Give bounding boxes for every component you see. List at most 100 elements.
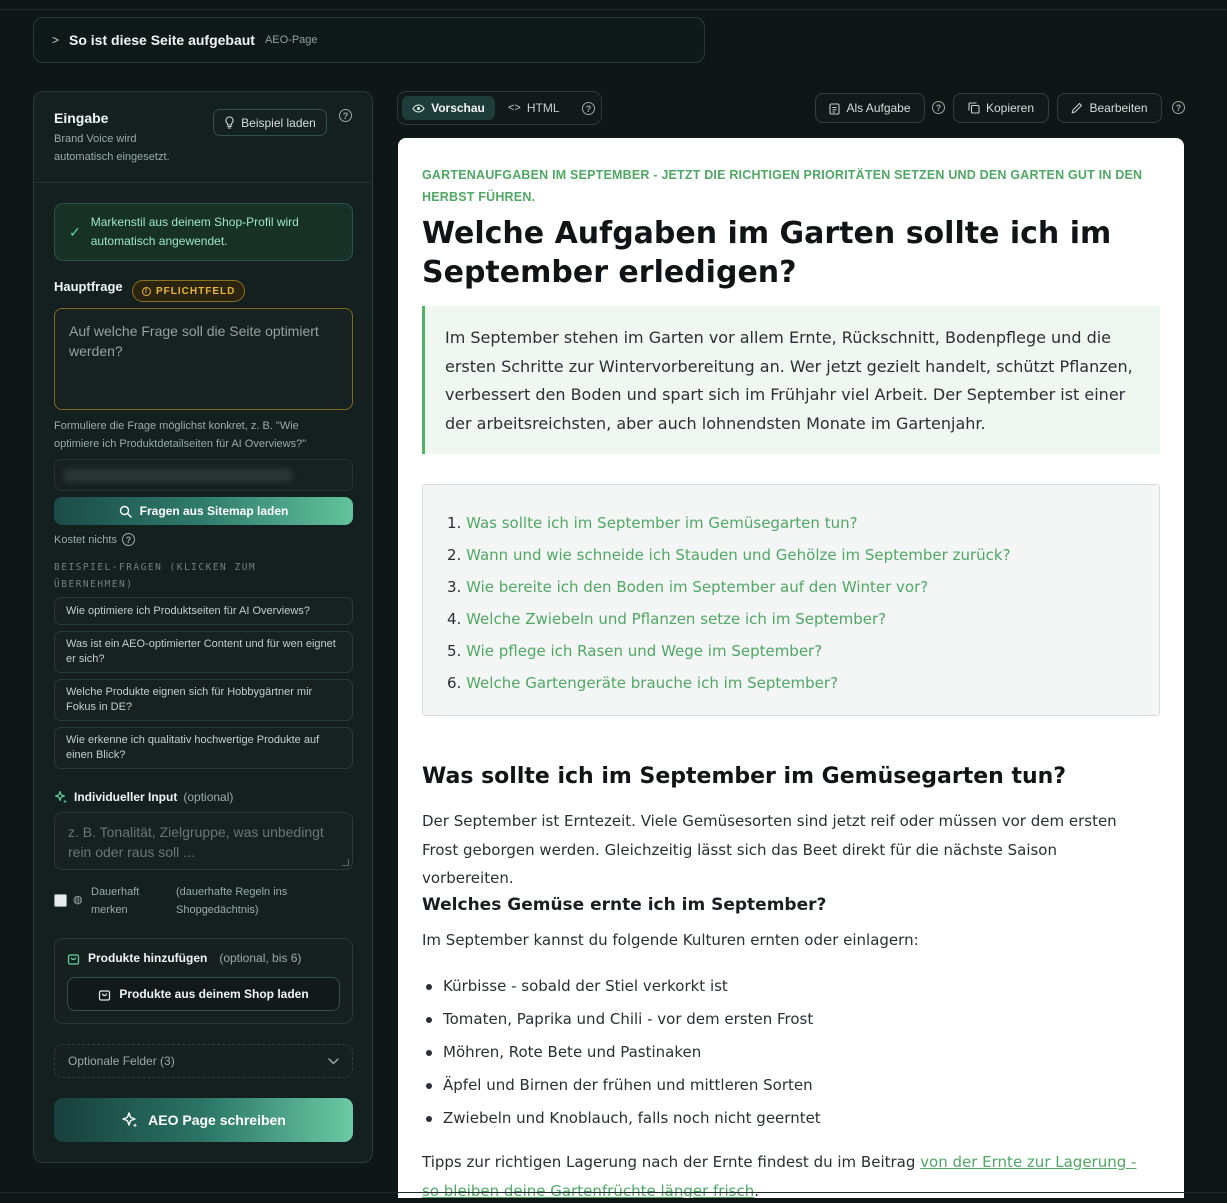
- toc-link[interactable]: Was sollte ich im September im Gemüsegar…: [466, 514, 857, 532]
- input-panel-header: Eingabe Brand Voice wird automatisch ein…: [34, 92, 372, 183]
- section-paragraph: Der September ist Erntezeit. Viele Gemüs…: [422, 812, 1117, 887]
- cost-note: Kostet nichts ?: [54, 533, 135, 546]
- shopping-bag-icon: [67, 953, 80, 965]
- load-sitemap-label: Fragen aus Sitemap laden: [139, 504, 289, 518]
- toc-link[interactable]: Wie bereite ich den Boden im September a…: [466, 578, 928, 596]
- toc-item: 2. Wann und wie schneide ich Stauden und…: [447, 539, 1135, 571]
- toc-number: 3.: [447, 578, 462, 596]
- clipboard-icon: [829, 102, 841, 115]
- storage-tip: Tipps zur richtigen Lagerung nach der Er…: [422, 1148, 1142, 1198]
- check-icon: ✓: [69, 223, 81, 240]
- article-kicker: Gartenaufgaben im September - jetzt die …: [422, 168, 1143, 204]
- list-item: Äpfel und Birnen der frühen und mittlere…: [422, 1069, 1122, 1102]
- products-label: Produkte hinzufügen: [88, 951, 208, 965]
- load-sitemap-questions-button[interactable]: Fragen aus Sitemap laden: [54, 497, 353, 525]
- main-question-hint: Formuliere die Frage möglichst konkret, …: [54, 420, 307, 450]
- list-item: Zwiebeln und Knoblauch, falls noch nicht…: [422, 1102, 1122, 1135]
- toc-link[interactable]: Wie pflege ich Rasen und Wege im Septemb…: [466, 642, 822, 660]
- toc-item: 5. Wie pflege ich Rasen und Wege im Sept…: [447, 635, 1135, 667]
- brand-voice-notice-text: Markenstil aus deinem Shop-Profil wird a…: [90, 215, 299, 248]
- products-box: Produkte hinzufügen (optional, bis 6) Pr…: [54, 938, 353, 1024]
- toc-number: 6.: [447, 674, 462, 692]
- optional-fields-toggle[interactable]: Optionale Felder (3): [54, 1044, 353, 1078]
- main-question-label: Hauptfrage: [54, 279, 123, 294]
- toc-item: 1. Was sollte ich im September im Gemüse…: [447, 507, 1135, 539]
- subsection-heading: Welches Gemüse ernte ich im September?: [422, 895, 827, 915]
- harvest-list: Kürbisse - sobald der Stiel verkorkt ist…: [422, 970, 1122, 1135]
- brand-voice-notice: ✓ Markenstil aus deinem Shop-Profil wird…: [54, 203, 353, 261]
- help-icon[interactable]: ?: [1172, 101, 1185, 114]
- help-icon[interactable]: ?: [932, 101, 945, 114]
- toc-number: 1.: [447, 514, 462, 532]
- remember-label: Dauerhaft merken: [91, 886, 140, 916]
- optional-fields-label: Optionale Felder (3): [68, 1054, 175, 1068]
- remember-permanently: ◍ Dauerhaft merken (dauerhafte Regeln in…: [54, 882, 353, 922]
- structure-title: So ist diese Seite aufgebaut: [69, 32, 255, 48]
- toc-link[interactable]: Wann und wie schneide ich Stauden und Ge…: [466, 546, 1010, 564]
- tab-preview[interactable]: Vorschau: [402, 96, 495, 120]
- resize-handle-icon[interactable]: [342, 859, 349, 866]
- example-questions-label: BEISPIEL-FRAGEN (KLICKEN ZUM ÜBERNEHMEN): [54, 562, 257, 590]
- example-question-chip[interactable]: Wie optimiere ich Produktseiten für AI O…: [54, 597, 353, 625]
- save-as-task-button[interactable]: Als Aufgabe: [815, 93, 925, 123]
- load-shop-products-button[interactable]: Produkte aus deinem Shop laden: [67, 977, 340, 1011]
- toc-number: 2.: [447, 546, 462, 564]
- brain-icon: ◍: [73, 894, 83, 906]
- individual-input-title: Individueller Input: [74, 790, 178, 804]
- help-icon[interactable]: ?: [121, 533, 135, 546]
- individual-input-placeholder: z. B. Tonalität, Zielgruppe, was unbedin…: [68, 824, 324, 860]
- toc-number: 4.: [447, 610, 462, 628]
- view-switcher: Vorschau <> HTML ?: [397, 91, 602, 125]
- subsection-intro: Im September kannst du folgende Kulturen…: [422, 931, 919, 949]
- section-heading: Was sollte ich im September im Gemüsegar…: [422, 764, 1067, 789]
- storage-tip-text: Tipps zur richtigen Lagerung nach der Er…: [422, 1153, 921, 1171]
- remember-checkbox[interactable]: [54, 894, 67, 907]
- article-preview: Gartenaufgaben im September - jetzt die …: [398, 138, 1184, 1198]
- products-header: Produkte hinzufügen (optional, bis 6): [67, 951, 301, 965]
- toc-number: 5.: [447, 642, 462, 660]
- chevron-down-icon: [328, 1057, 339, 1064]
- example-question-chip[interactable]: Welche Produkte eignen sich für Hobbygär…: [54, 679, 353, 721]
- toc-link[interactable]: Welche Gartengeräte brauche ich im Septe…: [466, 674, 838, 692]
- page-structure-toggle[interactable]: > So ist diese Seite aufgebaut AEO-Page: [33, 17, 705, 63]
- lightbulb-icon: [225, 116, 234, 129]
- chevron-right-icon: >: [52, 33, 60, 47]
- input-panel: Eingabe Brand Voice wird automatisch ein…: [33, 91, 373, 1163]
- example-question-chip[interactable]: Was ist ein AEO-optimierter Content und …: [54, 631, 353, 673]
- eye-icon: [412, 103, 425, 113]
- tab-html-label: HTML: [526, 101, 560, 115]
- cost-label: Kostet nichts: [54, 533, 117, 546]
- toc-item: 6. Welche Gartengeräte brauche ich im Se…: [447, 667, 1135, 699]
- load-example-label: Beispiel laden: [241, 115, 316, 130]
- main-question-input[interactable]: Auf welche Frage soll die Seite optimier…: [54, 308, 353, 410]
- help-icon[interactable]: ?: [582, 102, 595, 115]
- help-icon[interactable]: ?: [339, 109, 352, 122]
- article-summary: Im September stehen im Garten vor allem …: [422, 306, 1160, 454]
- individual-input-label: Individueller Input (optional): [54, 790, 233, 804]
- list-item: Kürbisse - sobald der Stiel verkorkt ist: [422, 970, 1122, 1003]
- individual-input-field[interactable]: z. B. Tonalität, Zielgruppe, was unbedin…: [54, 812, 353, 870]
- write-aeo-page-button[interactable]: AEO Page schreiben: [54, 1098, 353, 1142]
- tab-html[interactable]: <> HTML: [508, 96, 560, 120]
- article-title: Welche Aufgaben im Garten sollte ich im …: [422, 216, 1112, 290]
- load-example-button[interactable]: Beispiel laden: [213, 109, 327, 136]
- edit-label: Bearbeiten: [1089, 101, 1148, 115]
- copy-icon: [968, 102, 980, 114]
- edit-button[interactable]: Bearbeiten: [1057, 93, 1162, 123]
- copy-button[interactable]: Kopieren: [953, 93, 1049, 123]
- sparkles-icon: [54, 790, 67, 804]
- load-shop-products-label: Produkte aus deinem Shop laden: [119, 987, 309, 1001]
- products-optional: (optional, bis 6): [219, 951, 302, 965]
- example-question-chip[interactable]: Wie erkenne ich qualitativ hochwertige P…: [54, 727, 353, 769]
- top-divider: [0, 9, 1227, 10]
- list-item: Möhren, Rote Bete und Pastinaken: [422, 1036, 1122, 1069]
- toc-link[interactable]: Welche Zwiebeln und Pflanzen setze ich i…: [466, 610, 886, 628]
- toc-item: 4. Welche Zwiebeln und Pflanzen setze ic…: [447, 603, 1135, 635]
- sitemap-url-input[interactable]: [54, 459, 353, 491]
- tab-preview-label: Vorschau: [431, 101, 485, 115]
- sparkles-icon: [122, 1112, 138, 1128]
- copy-label: Kopieren: [985, 101, 1035, 115]
- required-badge: ! PFLICHTFELD: [132, 280, 246, 302]
- individual-input-optional: (optional): [183, 790, 234, 804]
- info-icon: !: [142, 286, 151, 296]
